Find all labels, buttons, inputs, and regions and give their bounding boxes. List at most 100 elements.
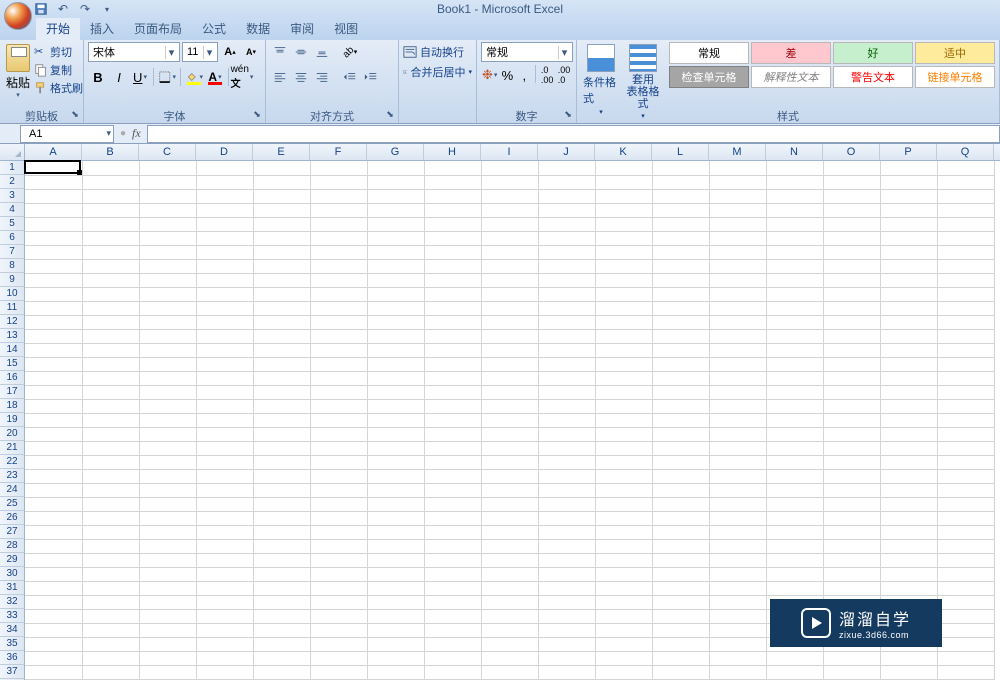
cell[interactable] <box>196 231 253 245</box>
cell[interactable] <box>481 609 538 623</box>
cell[interactable] <box>310 175 367 189</box>
cell[interactable] <box>709 567 766 581</box>
underline-button[interactable]: U <box>130 67 150 87</box>
cell[interactable] <box>367 203 424 217</box>
row-header[interactable]: 37 <box>0 665 24 679</box>
cell[interactable] <box>481 301 538 315</box>
cell[interactable] <box>367 245 424 259</box>
column-header[interactable]: N <box>766 144 823 160</box>
cell[interactable] <box>880 315 937 329</box>
cell[interactable] <box>538 623 595 637</box>
cell[interactable] <box>709 245 766 259</box>
cell[interactable] <box>139 469 196 483</box>
cell[interactable] <box>652 161 709 175</box>
cell[interactable] <box>253 287 310 301</box>
cell[interactable] <box>367 665 424 679</box>
cell[interactable] <box>253 595 310 609</box>
cell[interactable] <box>823 301 880 315</box>
cell[interactable] <box>310 217 367 231</box>
undo-button[interactable]: ↶ <box>54 1 72 17</box>
cell[interactable] <box>253 441 310 455</box>
cell[interactable] <box>823 175 880 189</box>
cell[interactable] <box>766 483 823 497</box>
cell[interactable] <box>481 595 538 609</box>
cell[interactable] <box>253 567 310 581</box>
cell[interactable] <box>82 553 139 567</box>
cell[interactable] <box>709 343 766 357</box>
row-header[interactable]: 29 <box>0 553 24 567</box>
cell[interactable] <box>25 203 82 217</box>
cell[interactable] <box>538 161 595 175</box>
cell[interactable] <box>82 217 139 231</box>
cell[interactable] <box>310 259 367 273</box>
cell[interactable] <box>139 427 196 441</box>
cell[interactable] <box>937 203 994 217</box>
cell[interactable] <box>139 315 196 329</box>
cell[interactable] <box>196 567 253 581</box>
cell[interactable] <box>367 301 424 315</box>
cell[interactable] <box>139 413 196 427</box>
cell[interactable] <box>196 581 253 595</box>
increase-font-button[interactable]: A▴ <box>220 42 240 62</box>
cell[interactable] <box>25 175 82 189</box>
cell[interactable] <box>424 637 481 651</box>
column-header[interactable]: D <box>196 144 253 160</box>
cell[interactable] <box>139 651 196 665</box>
cell[interactable] <box>25 567 82 581</box>
cell[interactable] <box>595 511 652 525</box>
cell[interactable] <box>595 567 652 581</box>
cell[interactable] <box>82 287 139 301</box>
row-header[interactable]: 3 <box>0 189 24 203</box>
column-header[interactable]: J <box>538 144 595 160</box>
cell[interactable] <box>538 203 595 217</box>
cell[interactable] <box>25 581 82 595</box>
column-header[interactable]: L <box>652 144 709 160</box>
cell[interactable] <box>310 231 367 245</box>
cell[interactable] <box>823 651 880 665</box>
cell[interactable] <box>367 581 424 595</box>
row-header[interactable]: 17 <box>0 385 24 399</box>
cell[interactable] <box>82 203 139 217</box>
cell[interactable] <box>367 469 424 483</box>
cell[interactable] <box>709 287 766 301</box>
cell[interactable] <box>937 343 994 357</box>
cell[interactable] <box>709 161 766 175</box>
cell[interactable] <box>25 385 82 399</box>
cell[interactable] <box>139 287 196 301</box>
cell[interactable] <box>937 301 994 315</box>
cell[interactable] <box>25 217 82 231</box>
cell[interactable] <box>481 357 538 371</box>
cell[interactable] <box>25 399 82 413</box>
cell[interactable] <box>424 371 481 385</box>
cell[interactable] <box>880 567 937 581</box>
cell[interactable] <box>481 259 538 273</box>
cell[interactable] <box>595 581 652 595</box>
cell[interactable] <box>880 217 937 231</box>
cell[interactable] <box>424 469 481 483</box>
cell[interactable] <box>424 399 481 413</box>
accounting-format-button[interactable]: ❉ <box>481 65 498 85</box>
column-header[interactable]: M <box>709 144 766 160</box>
cell[interactable] <box>652 525 709 539</box>
cell[interactable] <box>367 595 424 609</box>
cell[interactable] <box>766 511 823 525</box>
row-header[interactable]: 34 <box>0 623 24 637</box>
cell[interactable] <box>538 567 595 581</box>
cell[interactable] <box>139 231 196 245</box>
cell[interactable] <box>424 273 481 287</box>
cell[interactable] <box>652 203 709 217</box>
cell[interactable] <box>937 609 994 623</box>
cell[interactable] <box>424 539 481 553</box>
cell[interactable] <box>82 637 139 651</box>
cell[interactable] <box>538 343 595 357</box>
cell[interactable] <box>538 175 595 189</box>
align-right-button[interactable] <box>312 67 332 87</box>
cell[interactable] <box>82 651 139 665</box>
cell[interactable] <box>880 427 937 441</box>
cell[interactable] <box>823 399 880 413</box>
cell[interactable] <box>481 371 538 385</box>
cell[interactable] <box>880 441 937 455</box>
row-header[interactable]: 35 <box>0 637 24 651</box>
paste-button[interactable]: 粘贴 ▾ <box>4 42 32 101</box>
cell[interactable] <box>424 343 481 357</box>
